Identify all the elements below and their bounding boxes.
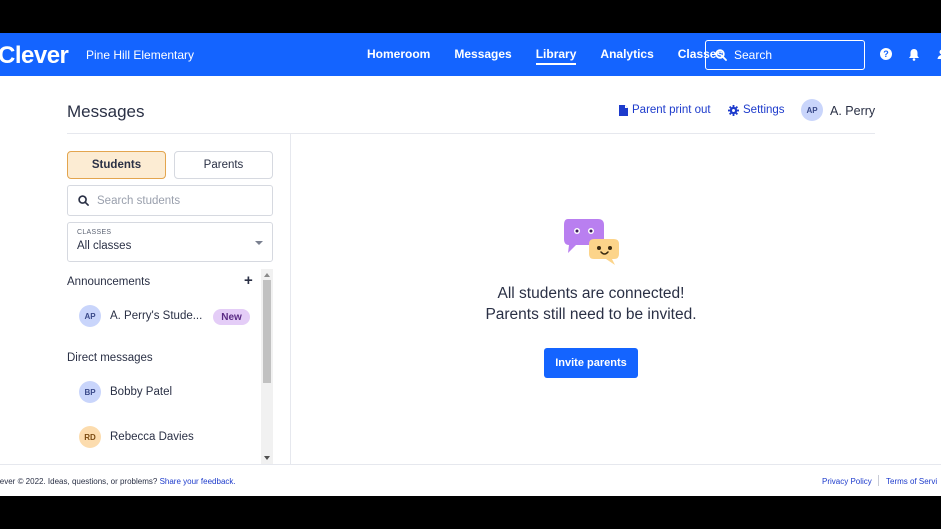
- page-title: Messages: [67, 102, 145, 121]
- nav-link-library[interactable]: Library: [524, 33, 589, 76]
- invite-parents-button[interactable]: Invite parents: [544, 348, 638, 378]
- chat-bubbles-icon: [564, 219, 619, 265]
- settings-link[interactable]: Settings: [728, 104, 785, 116]
- privacy-policy-link[interactable]: Privacy Policy: [822, 477, 872, 486]
- bell-icon[interactable]: [907, 47, 921, 61]
- footer: lever © 2022. Ideas, questions, or probl…: [0, 464, 941, 496]
- classes-select-label: CLASSES: [77, 229, 112, 236]
- empty-state-line-2: Parents still need to be invited.: [485, 306, 697, 323]
- classes-select-value: All classes: [77, 240, 132, 252]
- footer-separator: [878, 475, 879, 486]
- scrollbar-thumb[interactable]: [263, 280, 271, 383]
- avatar: RD: [79, 426, 101, 448]
- nav-search-input[interactable]: Search: [705, 40, 865, 70]
- nav-link-analytics[interactable]: Analytics: [588, 33, 665, 76]
- help-icon[interactable]: ?: [879, 47, 893, 61]
- parent-print-out-label: Parent print out: [632, 104, 711, 116]
- tab-parents[interactable]: Parents: [174, 151, 273, 179]
- header-divider: [67, 133, 875, 134]
- direct-message-name: Bobby Patel: [110, 386, 173, 398]
- direct-message-name: Rebecca Davies: [110, 431, 194, 443]
- search-students-placeholder: Search students: [97, 194, 181, 207]
- announcements-heading: Announcements: [67, 276, 151, 288]
- avatar: BP: [79, 381, 101, 403]
- nav-links: Homeroom Messages Library Analytics Clas…: [355, 33, 735, 76]
- nav-link-homeroom[interactable]: Homeroom: [355, 33, 442, 76]
- clever-logo[interactable]: Clever: [0, 42, 69, 70]
- top-nav: Clever Pine Hill Elementary Homeroom Mes…: [0, 33, 941, 76]
- footer-copyright: lever © 2022. Ideas, questions, or probl…: [0, 477, 158, 486]
- app-window: Clever Pine Hill Elementary Homeroom Mes…: [0, 33, 941, 496]
- search-students-input[interactable]: Search students: [67, 185, 273, 216]
- profile-icon[interactable]: [935, 47, 941, 61]
- tab-students[interactable]: Students: [67, 151, 166, 179]
- new-badge: New: [213, 309, 250, 325]
- gear-icon: [728, 104, 739, 116]
- scroll-up-icon[interactable]: [264, 273, 270, 277]
- svg-text:?: ?: [883, 49, 889, 59]
- terms-of-service-link[interactable]: Terms of Servi: [886, 477, 937, 486]
- chevron-down-icon: [255, 241, 263, 245]
- nav-search-placeholder: Search: [734, 48, 773, 62]
- add-announcement-icon[interactable]: +: [244, 273, 253, 289]
- user-avatar[interactable]: AP: [801, 99, 823, 121]
- announcement-item[interactable]: AP A. Perry's Stude... New: [67, 298, 259, 334]
- sidebar-scrollbar[interactable]: [261, 269, 273, 464]
- scroll-down-icon[interactable]: [264, 456, 270, 460]
- direct-message-item[interactable]: RD Rebecca Davies: [67, 419, 259, 455]
- avatar: AP: [79, 305, 101, 327]
- classes-select[interactable]: CLASSES All classes: [67, 222, 273, 262]
- direct-message-item[interactable]: BP Bobby Patel: [67, 374, 259, 410]
- school-name[interactable]: Pine Hill Elementary: [86, 48, 194, 62]
- direct-messages-heading: Direct messages: [67, 352, 153, 364]
- empty-state-line-1: All students are connected!: [497, 285, 685, 302]
- nav-link-messages[interactable]: Messages: [442, 33, 523, 76]
- search-icon: [78, 195, 89, 206]
- search-icon: [715, 49, 727, 61]
- parent-print-out-link[interactable]: Parent print out: [619, 104, 711, 116]
- share-feedback-link[interactable]: Share your feedback.: [160, 477, 236, 486]
- user-name[interactable]: A. Perry: [830, 104, 875, 118]
- footer-copyright-line: lever © 2022. Ideas, questions, or probl…: [0, 477, 236, 486]
- document-icon: [619, 104, 628, 116]
- announcement-name: A. Perry's Stude...: [110, 310, 203, 322]
- settings-label: Settings: [743, 104, 785, 116]
